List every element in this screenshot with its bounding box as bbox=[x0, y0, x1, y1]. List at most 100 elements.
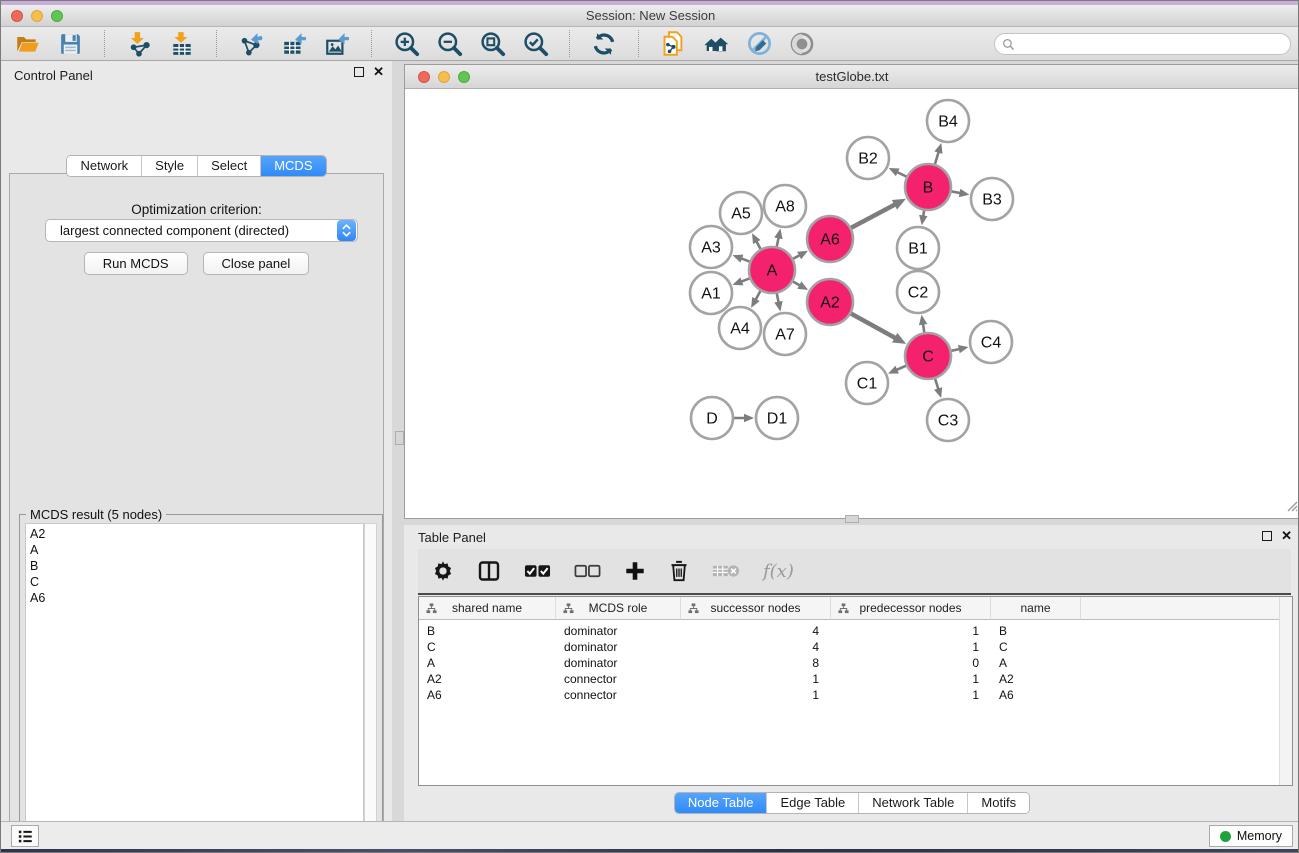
close-panel-button[interactable]: Close panel bbox=[203, 252, 310, 275]
table-cell[interactable]: 0 bbox=[831, 655, 991, 671]
table-cell[interactable]: A bbox=[419, 655, 556, 671]
table-cell[interactable]: 8 bbox=[681, 655, 831, 671]
table-cell[interactable]: dominator bbox=[556, 623, 681, 639]
refresh-icon[interactable] bbox=[590, 30, 618, 58]
table-cell[interactable]: 1 bbox=[831, 687, 991, 703]
column-header-shared-name[interactable]: shared name bbox=[419, 597, 556, 620]
close-panel-icon[interactable]: ✕ bbox=[373, 67, 384, 77]
table-row[interactable]: Adominator80A bbox=[419, 655, 1292, 671]
copy-network-icon[interactable] bbox=[659, 30, 687, 58]
graph-node-A4[interactable]: A4 bbox=[719, 307, 761, 349]
tab-node-table[interactable]: Node Table bbox=[675, 793, 767, 813]
function-builder-icon[interactable]: f(x) bbox=[763, 556, 794, 586]
graph-node-A1[interactable]: A1 bbox=[690, 272, 732, 314]
hide-graphics-icon[interactable] bbox=[745, 30, 773, 58]
minimize-network-button[interactable] bbox=[438, 71, 450, 83]
table-cell[interactable]: A6 bbox=[991, 687, 1081, 703]
mcds-result-list[interactable]: A2ABCA6 bbox=[25, 523, 364, 853]
tab-motifs[interactable]: Motifs bbox=[967, 793, 1029, 813]
graph-node-B4[interactable]: B4 bbox=[927, 100, 969, 142]
zoom-in-icon[interactable] bbox=[392, 30, 420, 58]
table-row[interactable]: Cdominator41C bbox=[419, 639, 1292, 655]
table-cell[interactable]: 1 bbox=[831, 671, 991, 687]
result-item[interactable]: A6 bbox=[30, 590, 363, 606]
table-cell[interactable]: B bbox=[419, 623, 556, 639]
graph-node-C3[interactable]: C3 bbox=[927, 399, 969, 441]
table-row[interactable]: Bdominator41B bbox=[419, 623, 1292, 639]
table-cell[interactable]: dominator bbox=[556, 639, 681, 655]
network-window-titlebar[interactable]: testGlobe.txt bbox=[405, 65, 1299, 89]
float-table-panel-icon[interactable] bbox=[1262, 531, 1272, 541]
criterion-dropdown[interactable]: largest connected component (directed) bbox=[45, 219, 358, 242]
graph-node-A3[interactable]: A3 bbox=[690, 226, 732, 268]
table-cell[interactable]: 4 bbox=[681, 639, 831, 655]
graph-node-B1[interactable]: B1 bbox=[897, 227, 939, 269]
export-network-icon[interactable] bbox=[237, 30, 265, 58]
graph-node-B3[interactable]: B3 bbox=[971, 178, 1013, 220]
close-window-button[interactable] bbox=[11, 10, 23, 22]
close-network-button[interactable] bbox=[418, 71, 430, 83]
import-network-icon[interactable] bbox=[125, 30, 153, 58]
table-cell[interactable]: dominator bbox=[556, 655, 681, 671]
table-cell[interactable]: 1 bbox=[831, 623, 991, 639]
graph-node-D[interactable]: D bbox=[691, 397, 733, 439]
table-row[interactable]: A2connector11A2 bbox=[419, 671, 1292, 687]
graph-node-C4[interactable]: C4 bbox=[970, 321, 1012, 363]
horizontal-split-handle[interactable] bbox=[845, 515, 859, 523]
table-cell[interactable]: connector bbox=[556, 671, 681, 687]
maximize-window-button[interactable] bbox=[51, 10, 63, 22]
graph-node-A7[interactable]: A7 bbox=[764, 313, 806, 355]
graph-node-A[interactable]: A bbox=[749, 247, 795, 293]
tab-edge-table[interactable]: Edge Table bbox=[766, 793, 858, 813]
table-cell[interactable]: 1 bbox=[681, 687, 831, 703]
tab-network-table[interactable]: Network Table bbox=[858, 793, 967, 813]
resize-grip-icon[interactable] bbox=[1284, 498, 1298, 517]
table-cell[interactable]: 4 bbox=[681, 623, 831, 639]
table-cell[interactable]: A2 bbox=[991, 671, 1081, 687]
table-row[interactable]: A6connector11A6 bbox=[419, 687, 1292, 703]
maximize-network-button[interactable] bbox=[458, 71, 470, 83]
minimize-window-button[interactable] bbox=[31, 10, 43, 22]
columns-icon[interactable] bbox=[477, 556, 501, 586]
deselect-all-icon[interactable] bbox=[574, 556, 601, 586]
table-cell[interactable]: A2 bbox=[419, 671, 556, 687]
network-canvas[interactable]: B4B2BB3A5A8A6A3B1AA1C2A2A4A7C4CC1DD1C3 bbox=[405, 89, 1299, 518]
export-image-icon[interactable] bbox=[323, 30, 351, 58]
zoom-out-icon[interactable] bbox=[435, 30, 463, 58]
result-item[interactable]: C bbox=[30, 574, 363, 590]
close-table-panel-icon[interactable]: ✕ bbox=[1281, 531, 1292, 541]
run-mcds-button[interactable]: Run MCDS bbox=[84, 252, 188, 275]
open-file-icon[interactable] bbox=[13, 30, 41, 58]
graph-node-C1[interactable]: C1 bbox=[846, 362, 888, 404]
select-all-icon[interactable] bbox=[524, 556, 551, 586]
graph-node-C2[interactable]: C2 bbox=[897, 271, 939, 313]
graph-node-D1[interactable]: D1 bbox=[756, 397, 798, 439]
result-item[interactable]: B bbox=[30, 558, 363, 574]
graph-node-A2[interactable]: A2 bbox=[807, 279, 853, 325]
result-item[interactable]: A bbox=[30, 542, 363, 558]
zoom-selected-icon[interactable] bbox=[521, 30, 549, 58]
result-scrollbar[interactable] bbox=[364, 523, 377, 853]
tab-style[interactable]: Style bbox=[141, 156, 197, 176]
column-header-MCDS-role[interactable]: MCDS role bbox=[556, 597, 681, 620]
delete-table-icon[interactable] bbox=[712, 556, 740, 586]
table-cell[interactable]: 1 bbox=[831, 639, 991, 655]
table-cell[interactable]: B bbox=[991, 623, 1081, 639]
graph-node-B2[interactable]: B2 bbox=[847, 137, 889, 179]
zoom-fit-icon[interactable] bbox=[478, 30, 506, 58]
home-icon[interactable] bbox=[702, 30, 730, 58]
graph-node-A6[interactable]: A6 bbox=[807, 216, 853, 262]
table-scrollbar[interactable] bbox=[1279, 597, 1292, 785]
graph-node-C[interactable]: C bbox=[905, 333, 951, 379]
delete-column-icon[interactable] bbox=[669, 556, 689, 586]
save-session-icon[interactable] bbox=[56, 30, 84, 58]
column-header-predecessor-nodes[interactable]: predecessor nodes bbox=[831, 597, 991, 620]
tab-network[interactable]: Network bbox=[67, 156, 141, 176]
graph-node-A8[interactable]: A8 bbox=[764, 185, 806, 227]
gear-icon[interactable] bbox=[432, 556, 454, 586]
column-header-successor-nodes[interactable]: successor nodes bbox=[681, 597, 831, 620]
tab-select[interactable]: Select bbox=[197, 156, 260, 176]
task-history-button[interactable] bbox=[11, 825, 39, 847]
search-field[interactable] bbox=[994, 33, 1291, 55]
table-cell[interactable]: 1 bbox=[681, 671, 831, 687]
